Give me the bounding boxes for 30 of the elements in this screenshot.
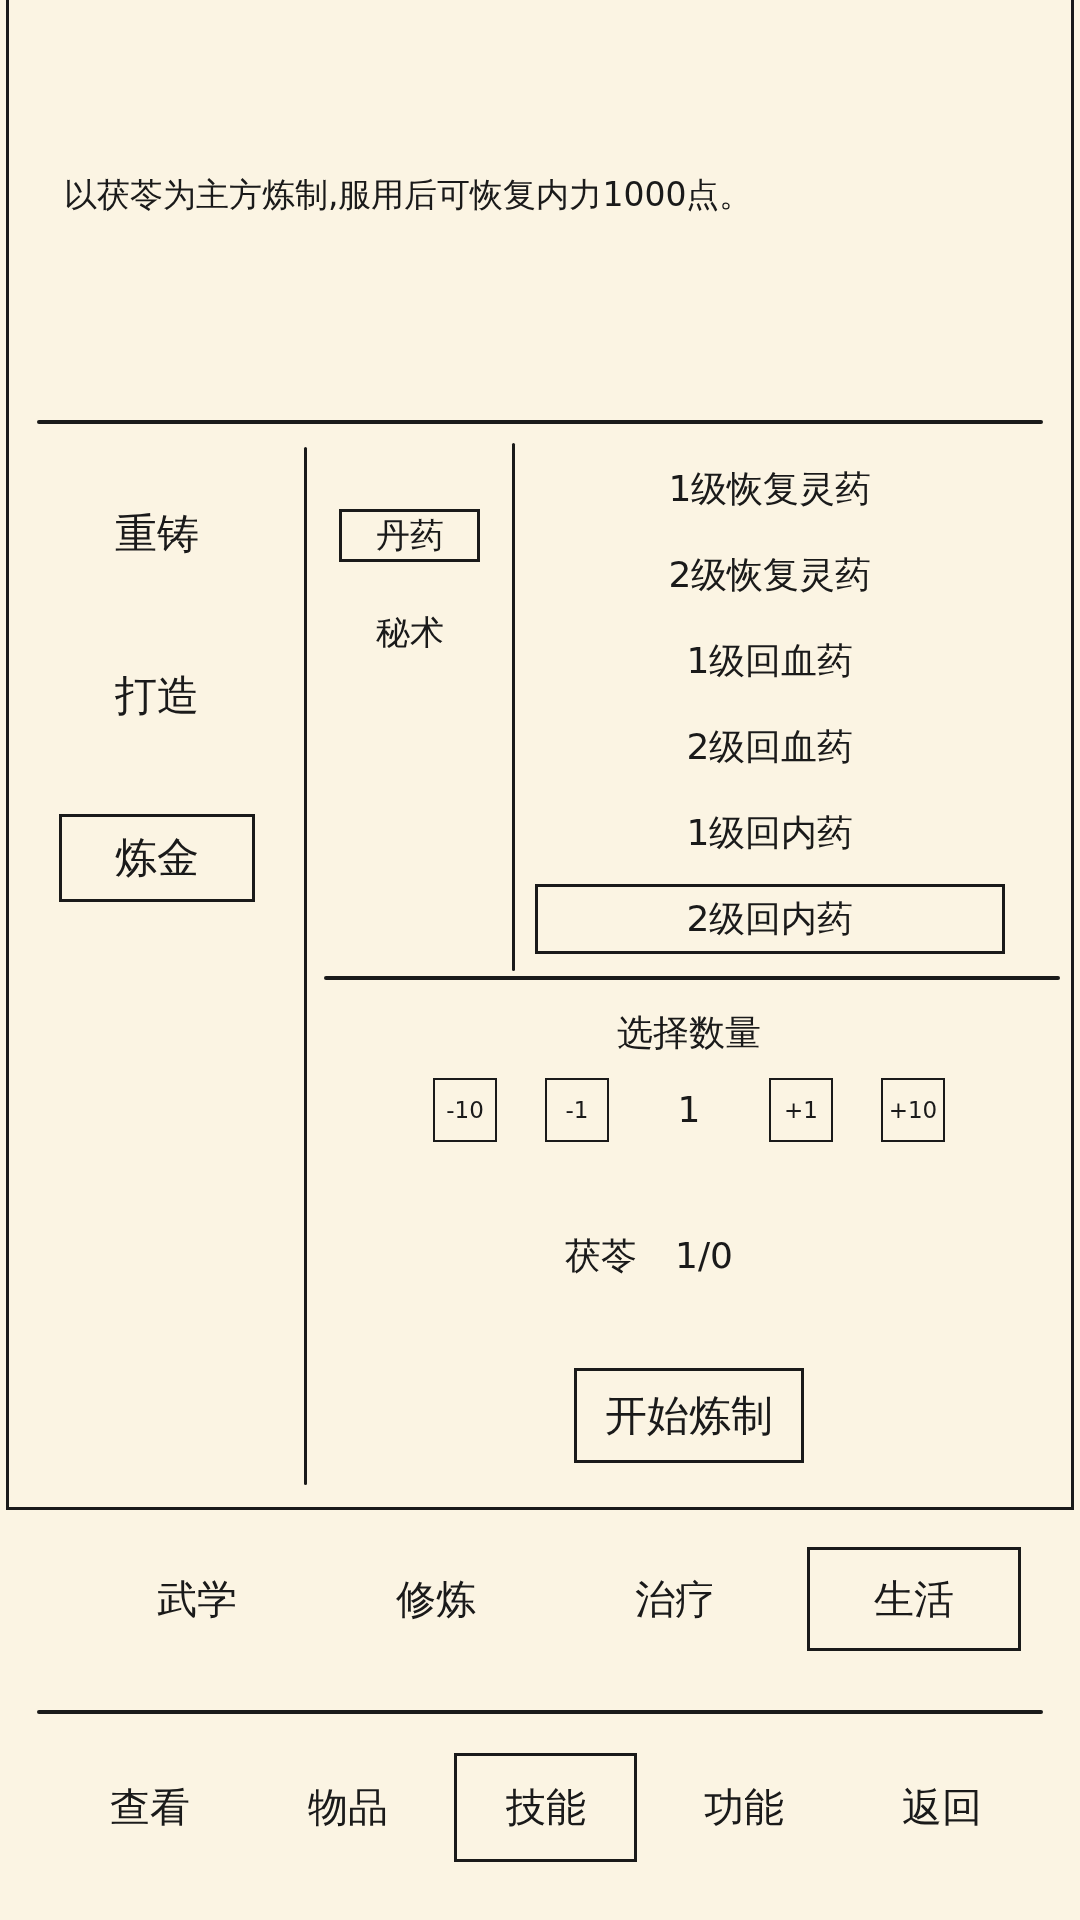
quantity-step-button[interactable]: -1 <box>545 1078 609 1142</box>
nav-tab[interactable]: 技能 <box>454 1753 637 1862</box>
recipe-item[interactable]: 2级回血药 <box>535 712 1005 782</box>
description-text: 以茯苓为主方炼制,服用后可恢复内力1000点。 <box>64 174 754 216</box>
recipe-item[interactable]: 1级回血药 <box>535 626 1005 696</box>
craft-tab[interactable]: 打造 <box>58 652 255 740</box>
quantity-title: 选择数量 <box>617 1011 761 1055</box>
recipe-item[interactable]: 1级恢复灵药 <box>535 454 1005 524</box>
skill-tab[interactable]: 治疗 <box>568 1547 782 1651</box>
quantity-step-button[interactable]: +10 <box>881 1078 945 1142</box>
craft-tab[interactable]: 重铸 <box>58 490 255 578</box>
category-tab[interactable]: 丹药 <box>339 509 480 562</box>
nav-tab[interactable]: 功能 <box>652 1753 835 1862</box>
material-name: 茯苓 <box>565 1236 638 1276</box>
recipe-item[interactable]: 2级恢复灵药 <box>535 540 1005 610</box>
nav-tab[interactable]: 物品 <box>256 1753 439 1862</box>
recipe-item[interactable]: 1级回内药 <box>535 798 1005 868</box>
skill-tab[interactable]: 修炼 <box>329 1547 543 1651</box>
quantity-step-button[interactable]: -10 <box>433 1078 497 1142</box>
quantity-value: 1 <box>676 1088 702 1132</box>
quantity-step-button[interactable]: +1 <box>769 1078 833 1142</box>
material-count: 1/0 <box>675 1236 733 1276</box>
skill-tab[interactable]: 武学 <box>90 1547 304 1651</box>
craft-tab[interactable]: 炼金 <box>58 814 255 902</box>
recipe-item[interactable]: 2级回内药 <box>535 884 1005 954</box>
start-button[interactable]: 开始炼制 <box>574 1368 804 1463</box>
nav-tab[interactable]: 返回 <box>850 1753 1033 1862</box>
category-tab[interactable]: 秘术 <box>339 606 480 659</box>
nav-tab[interactable]: 查看 <box>58 1753 241 1862</box>
skill-tab[interactable]: 生活 <box>807 1547 1021 1651</box>
